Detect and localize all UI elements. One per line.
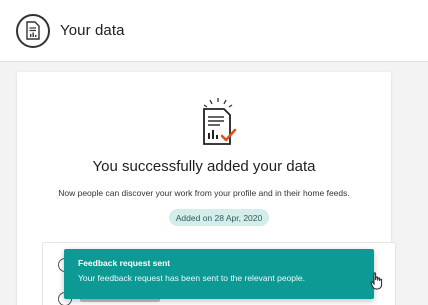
top-bar: Your data bbox=[0, 0, 428, 62]
success-heading: You successfully added your data bbox=[92, 158, 316, 175]
hand-pointer-icon bbox=[370, 272, 383, 290]
success-description: Now people can discover your work from y… bbox=[58, 188, 350, 198]
page-title: Your data bbox=[60, 22, 125, 39]
date-added-badge: Added on 28 Apr, 2020 bbox=[169, 209, 269, 226]
report-document-icon bbox=[16, 14, 50, 48]
feedback-toast[interactable]: Feedback request sent Your feedback requ… bbox=[64, 249, 374, 299]
report-checkmark-icon bbox=[203, 98, 237, 145]
toast-message: Your feedback request has been sent to t… bbox=[78, 273, 305, 283]
toast-title: Feedback request sent bbox=[78, 258, 171, 268]
